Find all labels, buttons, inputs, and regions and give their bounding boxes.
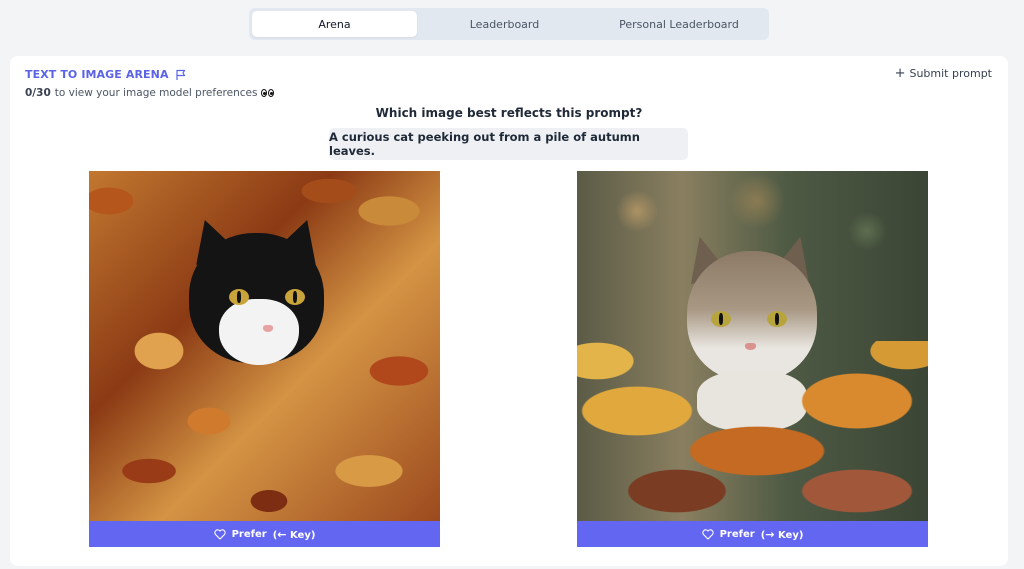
key-hint: (← Key) [272,527,316,541]
prompt-text: A curious cat peeking out from a pile of… [329,128,688,160]
key-hint: (→ Key) [760,527,804,541]
tab-leaderboard[interactable]: Leaderboard [417,11,592,37]
option-right: Prefer (→ Key) [577,171,928,547]
question-heading: Which image best reflects this prompt? [375,106,643,120]
submit-prompt-button[interactable]: + Submit prompt [894,65,992,81]
submit-prompt-label: Submit prompt [909,67,992,80]
prefer-left-button[interactable]: Prefer (← Key) [89,521,440,547]
generated-image-left [89,171,440,521]
progress-text: to view your image model preferences [54,87,258,99]
eyes-icon [261,89,275,97]
progress-line: 0/30 to view your image model preference… [25,87,275,99]
key-hint-label: Key [777,529,799,541]
flag-icon[interactable] [175,69,187,81]
prefer-label: Prefer [231,528,267,540]
key-hint-label: Key [289,529,311,541]
view-tabs: Arena Leaderboard Personal Leaderboard [249,8,769,40]
arrow-left-icon: ← [277,527,287,541]
arena-title-text: TEXT TO IMAGE ARENA [25,68,169,81]
prefer-right-button[interactable]: Prefer (→ Key) [577,521,928,547]
arena-title: TEXT TO IMAGE ARENA [25,68,187,81]
arrow-right-icon: → [765,527,775,541]
heart-icon [213,528,226,540]
tab-arena[interactable]: Arena [252,11,417,37]
prefer-label: Prefer [719,528,755,540]
plus-icon: + [894,65,906,81]
progress-count: 0/30 [25,87,51,99]
option-left: Prefer (← Key) [89,171,440,547]
tab-personal-leaderboard[interactable]: Personal Leaderboard [592,11,766,37]
generated-image-right [577,171,928,521]
heart-icon [701,528,714,540]
arena-card: TEXT TO IMAGE ARENA 0/30 to view your im… [10,56,1008,566]
